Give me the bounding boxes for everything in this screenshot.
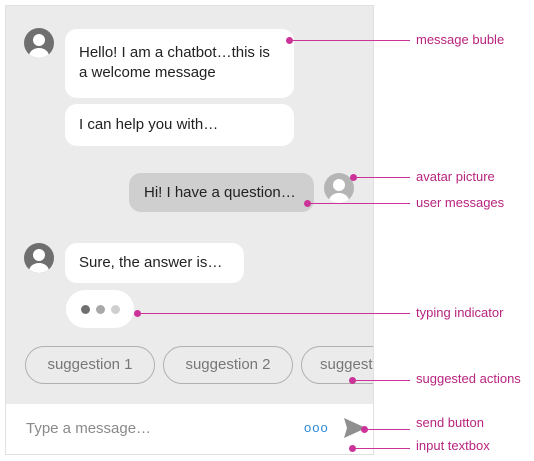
bot-message-bubble: I can help you with… xyxy=(65,104,294,146)
bot-message-text: Hello! I am a chatbot…this is a welcome … xyxy=(79,44,270,81)
annotation-dot xyxy=(361,426,368,433)
more-options-icon[interactable]: ooo xyxy=(304,420,329,435)
annotation-dot xyxy=(286,37,293,44)
suggestion-chip-2[interactable]: suggestion 2 xyxy=(163,346,293,384)
user-message-text: Hi! I have a question… xyxy=(144,184,296,201)
bot-avatar-icon xyxy=(24,243,54,273)
annotation-message-bubble: message buble xyxy=(416,32,505,47)
typing-dot xyxy=(81,305,90,314)
annotation-line xyxy=(353,448,410,449)
annotation-line xyxy=(365,429,410,430)
suggestion-chip-1[interactable]: suggestion 1 xyxy=(25,346,155,384)
annotation-send-button: send button xyxy=(416,415,484,430)
suggestion-label: suggestion 2 xyxy=(185,356,271,373)
suggestion-label: suggestion 3 xyxy=(320,356,373,373)
annotation-dot xyxy=(349,377,356,384)
annotation-input-textbox: input textbox xyxy=(416,438,490,453)
annotation-line xyxy=(290,40,410,41)
annotation-dot xyxy=(304,200,311,207)
message-input[interactable]: Type a message… xyxy=(26,420,151,437)
input-bar: Type a message… ooo xyxy=(6,404,373,454)
chat-window: Hello! I am a chatbot…this is a welcome … xyxy=(5,5,374,455)
annotation-line xyxy=(138,313,410,314)
annotation-dot xyxy=(350,174,357,181)
bot-message-text: I can help you with… xyxy=(79,116,219,133)
user-message-bubble: Hi! I have a question… xyxy=(129,173,314,212)
suggestion-label: suggestion 1 xyxy=(47,356,133,373)
bot-message-bubble: Sure, the answer is… xyxy=(65,243,244,283)
annotation-line xyxy=(353,380,410,381)
annotation-typing-indicator: typing indicator xyxy=(416,305,504,320)
annotation-user-messages: user messages xyxy=(416,195,505,210)
annotation-avatar-picture: avatar picture xyxy=(416,169,495,184)
annotation-line xyxy=(354,177,410,178)
bot-message-text: Sure, the answer is… xyxy=(79,254,223,271)
bot-avatar-icon xyxy=(24,28,54,58)
typing-indicator xyxy=(66,290,134,328)
typing-dot xyxy=(96,305,105,314)
typing-dot xyxy=(111,305,120,314)
annotation-dot xyxy=(134,310,141,317)
annotation-line xyxy=(308,203,410,204)
bot-message-bubble: Hello! I am a chatbot…this is a welcome … xyxy=(65,29,294,98)
annotation-dot xyxy=(349,445,356,452)
annotation-suggested-actions: suggested actions xyxy=(416,371,521,386)
suggestion-chip-3[interactable]: suggestion 3 xyxy=(301,346,373,384)
